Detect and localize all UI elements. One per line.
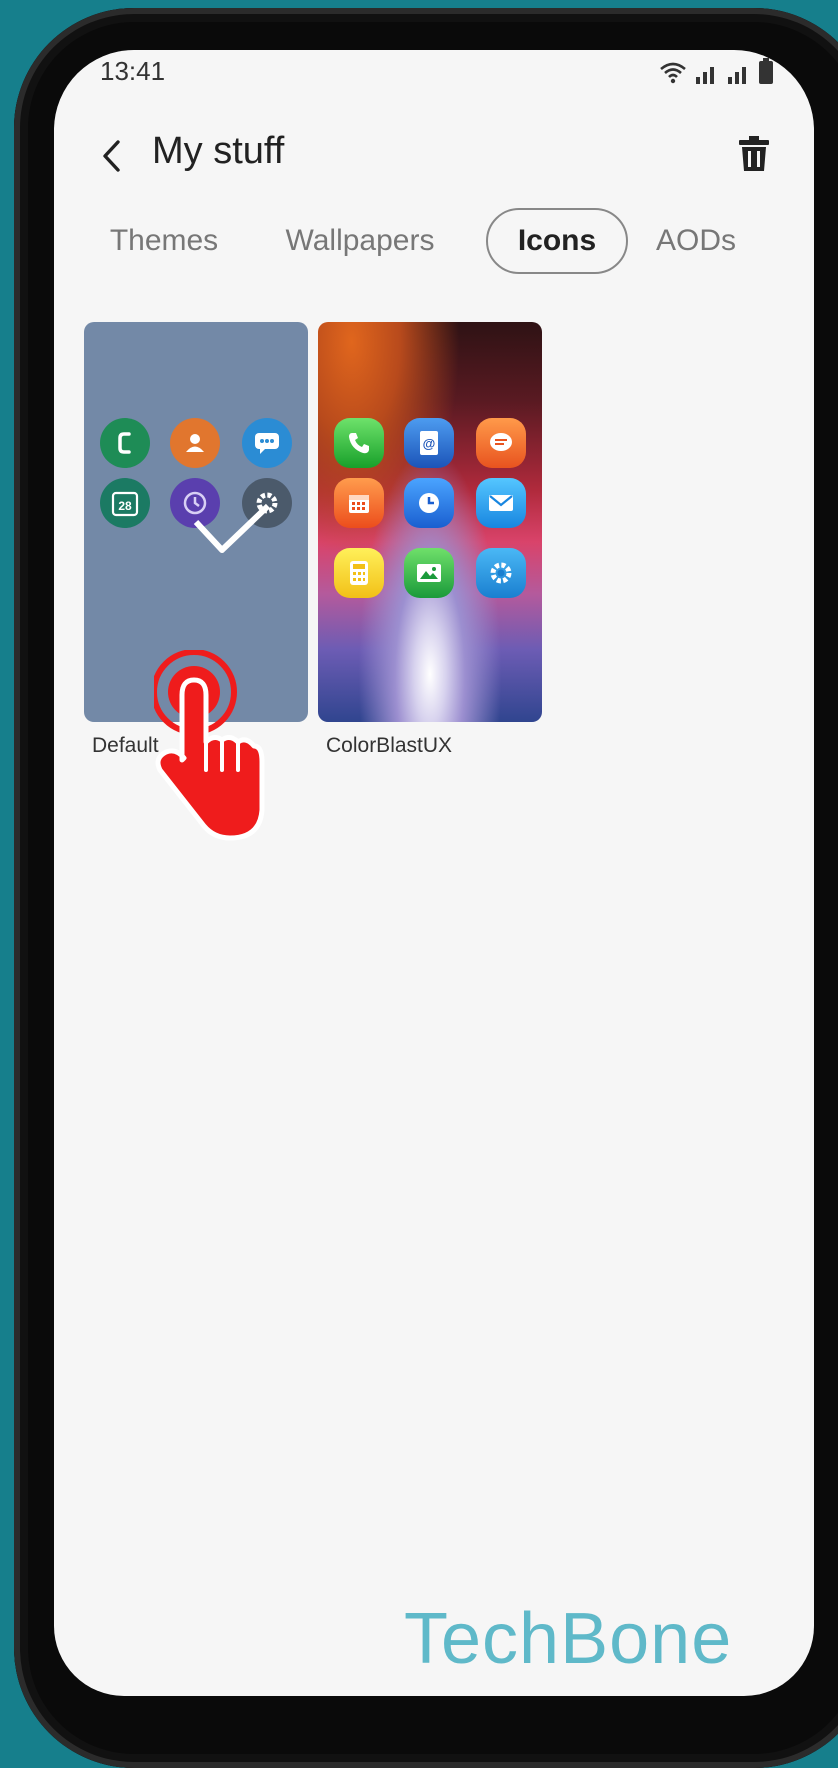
messages-icon xyxy=(242,418,292,468)
battery-icon xyxy=(759,58,773,84)
phone-icon xyxy=(100,418,150,468)
tap-hand-icon xyxy=(154,650,265,841)
screen: 13:41 My stuff Themes Wallpapers Icons A… xyxy=(54,50,814,1696)
calendar-icon xyxy=(334,478,384,528)
status-bar: 13:41 xyxy=(54,50,814,110)
tab-wallpapers[interactable]: Wallpapers xyxy=(268,208,452,274)
signal-icon-2 xyxy=(728,67,746,84)
watermark-logo: TechBone xyxy=(404,1599,733,1679)
tab-aods[interactable]: AODs xyxy=(644,208,748,274)
messages-icon xyxy=(476,418,526,468)
status-time: 13:41 xyxy=(100,56,166,86)
tab-themes[interactable]: Themes xyxy=(94,208,234,274)
delete-button[interactable] xyxy=(730,130,778,178)
signal-icon xyxy=(696,67,714,84)
calculator-icon xyxy=(334,548,384,598)
phone-icon xyxy=(334,418,384,468)
icon-pack-label-default: Default xyxy=(92,734,159,757)
status-icons xyxy=(658,58,774,84)
page-title: My stuff xyxy=(152,130,285,172)
selected-check-icon xyxy=(193,503,271,553)
wifi-icon xyxy=(660,62,686,84)
trash-icon xyxy=(739,136,769,171)
contacts-icon xyxy=(170,418,220,468)
clock-icon xyxy=(404,478,454,528)
svg-text:@: @ xyxy=(423,436,436,451)
gallery-icon xyxy=(404,548,454,598)
app-bar: My stuff xyxy=(54,120,814,200)
tab-icons[interactable]: Icons xyxy=(486,208,628,274)
back-button[interactable] xyxy=(90,134,134,178)
contacts-book-icon: @ xyxy=(404,418,454,468)
icon-pack-colorblastux[interactable]: @ xyxy=(318,322,542,722)
chevron-left-icon xyxy=(103,140,120,172)
icon-pack-label-colorblastux: ColorBlastUX xyxy=(326,734,453,757)
calendar-date: 28 xyxy=(118,499,132,513)
tab-bar: Themes Wallpapers Icons AODs xyxy=(54,208,814,278)
settings-icon xyxy=(476,548,526,598)
email-icon xyxy=(476,478,526,528)
calendar-icon: 28 xyxy=(100,478,150,528)
